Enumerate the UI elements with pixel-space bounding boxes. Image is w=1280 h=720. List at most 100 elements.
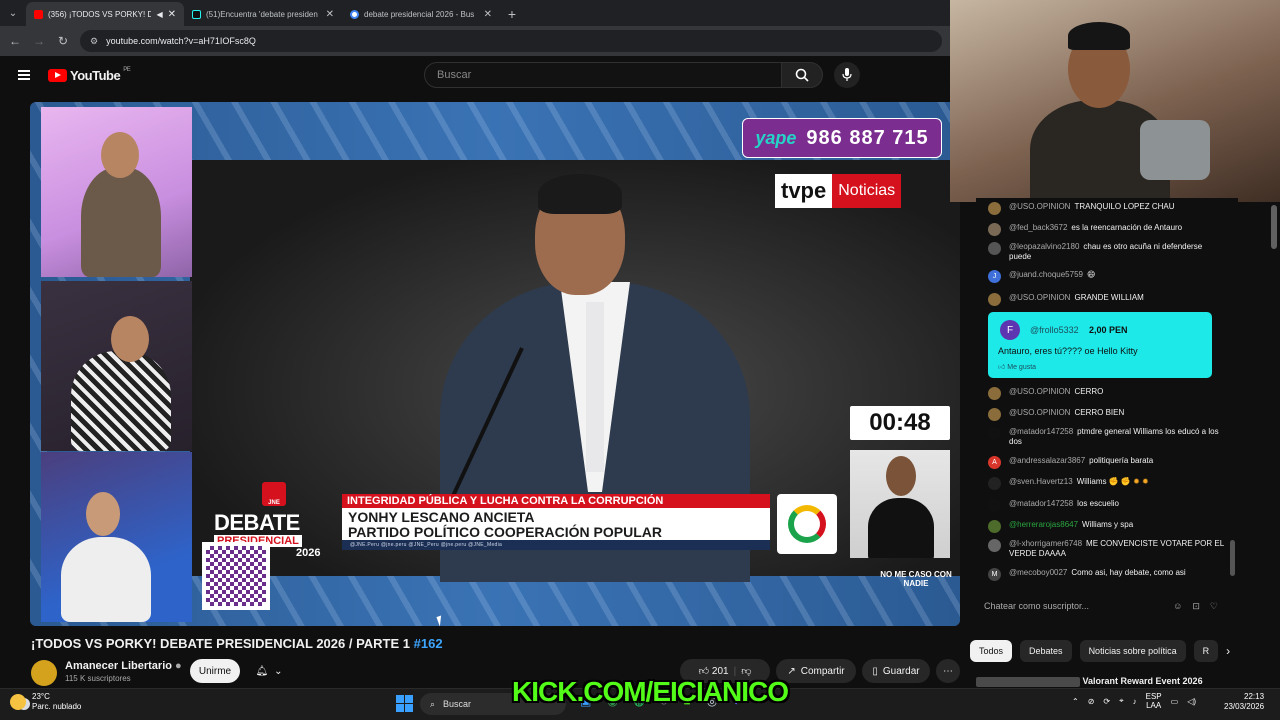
new-tab-button[interactable]: +: [500, 2, 524, 26]
page-scrollbar[interactable]: [1271, 205, 1277, 249]
back-icon[interactable]: ←: [8, 34, 22, 48]
chevron-up-icon[interactable]: ⌃: [1072, 697, 1079, 706]
reload-icon[interactable]: ↻: [56, 34, 70, 48]
chat-author[interactable]: @leopazalvino2180: [1009, 242, 1079, 251]
save-label: Guardar: [882, 665, 920, 677]
chip-debates[interactable]: Debates: [1020, 640, 1072, 662]
windows-start-icon[interactable]: [396, 695, 413, 712]
chat-author[interactable]: @herrerarojas8647: [1009, 520, 1078, 529]
join-button[interactable]: Unirme: [190, 659, 240, 683]
more-actions-button[interactable]: ⋯: [936, 659, 960, 683]
logo-text: YouTube: [70, 68, 121, 83]
weather-widget[interactable]: 23°C Parc. nublado: [10, 692, 81, 712]
chip-noticias-politica[interactable]: Noticias sobre política: [1079, 640, 1186, 662]
chat-message: A @andressalazar3867 politiquería barata: [988, 456, 1224, 469]
chat-author[interactable]: @USO.OPINION: [1009, 408, 1070, 417]
display-icon[interactable]: ▭: [1171, 697, 1179, 706]
avatar: [988, 293, 1001, 306]
search-icon: ⌕: [430, 698, 436, 709]
close-tab-icon[interactable]: ✕: [168, 9, 176, 20]
browser-tab-youtube[interactable]: (356) ¡TODOS VS PORKY! D ◀ ✕: [26, 2, 184, 26]
chip-todos[interactable]: Todos: [970, 640, 1013, 662]
hashtag-link[interactable]: #162: [414, 636, 443, 651]
sign-language-interpreter: [850, 450, 950, 558]
superchat-author[interactable]: @frollo5332: [1030, 325, 1079, 335]
superchat-card[interactable]: F @frollo5332 2,00 PEN Antauro, eres tú?…: [988, 312, 1212, 378]
channel-avatar[interactable]: [31, 660, 57, 686]
chat-input[interactable]: Chatear como suscriptor... ☺ ⊡ ♡: [976, 592, 1226, 620]
video-title-text: ¡TODOS VS PORKY! DEBATE PRESIDENCIAL 202…: [31, 636, 411, 651]
chat-author[interactable]: @USO.OPINION: [1009, 202, 1070, 211]
live-chat: @USO.OPINION TRANQUILO LOPEZ CHAU @fed_ba…: [976, 198, 1238, 636]
avatar: [988, 477, 1001, 490]
superchat-icon[interactable]: ⊡: [1192, 601, 1200, 612]
heart-icon[interactable]: ♡: [1210, 601, 1218, 612]
browser-tab-google[interactable]: debate presidencial 2026 - Bus ✕: [342, 2, 500, 26]
subscriber-count: 115 K suscriptores: [65, 674, 131, 683]
chat-author[interactable]: @juand.choque5759: [1009, 270, 1083, 279]
clock-time: 22:13: [1244, 692, 1265, 701]
recommended-video[interactable]: Valorant Reward Event 2026: [976, 676, 1280, 688]
emoji-picker-icon[interactable]: ☺: [1173, 601, 1182, 611]
youtube-icon: [34, 9, 43, 19]
chat-message: @USO.OPINION TRANQUILO LOPEZ CHAU: [988, 202, 1224, 215]
chat-author[interactable]: @matador147258: [1009, 427, 1073, 436]
chat-author[interactable]: @USO.OPINION: [1009, 387, 1070, 396]
chat-text: es la reencarnación de Antauro: [1071, 223, 1183, 232]
chat-author[interactable]: @fed_back3672: [1009, 223, 1067, 232]
search-button[interactable]: [781, 62, 823, 88]
chat-text: los escuelio: [1077, 499, 1119, 508]
search-input[interactable]: Buscar: [424, 62, 782, 88]
language-indicator[interactable]: ESP LAA: [1146, 692, 1162, 710]
system-clock[interactable]: 22:13 23/03/2026: [1224, 692, 1264, 712]
menu-icon[interactable]: [18, 70, 30, 80]
chat-scrollbar[interactable]: [1230, 540, 1235, 576]
superchat-like-button[interactable]: 👍︎ Me gusta: [998, 362, 1036, 371]
verified-icon: ●: [175, 660, 182, 672]
chat-author[interactable]: @mecoboy0027: [1009, 568, 1067, 577]
forward-icon[interactable]: →: [32, 34, 46, 48]
network-off-icon[interactable]: ⊘: [1088, 697, 1095, 706]
channel-name[interactable]: Amanecer Libertario ●: [65, 660, 182, 672]
close-tab-icon[interactable]: ✕: [484, 9, 492, 20]
youtube-logo[interactable]: YouTube PE: [48, 66, 131, 83]
yape-banner: yape 986 887 715: [742, 118, 942, 158]
avatar: [988, 408, 1001, 421]
video-player[interactable]: yape 986 887 715 tvpe Noticias 00:48 JNE…: [30, 102, 960, 626]
avatar: [988, 520, 1001, 533]
save-button[interactable]: ▯ Guardar: [862, 659, 930, 683]
tiktok-icon: [192, 9, 201, 19]
tab-search-icon[interactable]: ⌄: [0, 0, 26, 26]
chat-author[interactable]: @USO.OPINION: [1009, 293, 1070, 302]
chat-author[interactable]: @sven.Havertz13: [1009, 477, 1073, 486]
chat-message: @leopazalvino2180 chau es otro acuña ni d…: [988, 242, 1224, 262]
address-bar[interactable]: ⚙ youtube.com/watch?v=aH71IOFsc8Q: [80, 30, 942, 52]
speaker-icon[interactable]: ◀: [156, 10, 162, 19]
chat-author[interactable]: @matador147258: [1009, 499, 1073, 508]
emoji-icon: 😄︎: [1086, 270, 1096, 279]
like-label: Me gusta: [1007, 364, 1037, 371]
country-code: PE: [123, 66, 131, 73]
chat-author[interactable]: @andressalazar3867: [1009, 456, 1085, 465]
chat-message: J @juand.choque5759 😄︎: [988, 270, 1224, 283]
chevron-right-icon[interactable]: ›: [1226, 644, 1230, 658]
mic-tray-icon[interactable]: ♪: [1133, 697, 1137, 706]
voice-search-button[interactable]: [834, 62, 860, 88]
chip-more[interactable]: R: [1193, 640, 1219, 662]
site-info-icon[interactable]: ⚙: [90, 36, 98, 47]
recommended-title: Valorant Reward Event 2026: [1082, 676, 1203, 686]
chat-message: @sven.Havertz13 Williams ✊ ✊ ✹ ✹: [988, 477, 1224, 490]
speaker-tray-icon[interactable]: ◁): [1187, 697, 1196, 706]
app-tray-icon[interactable]: ⟳: [1103, 697, 1110, 706]
topic-category: INTEGRIDAD PÚBLICA Y LUCHA CONTRA LA COR…: [342, 494, 770, 508]
bell-icon: 🔔︎: [255, 665, 269, 677]
notifications-button[interactable]: 🔔︎ ⌄: [246, 659, 292, 683]
chat-author[interactable]: @l-xhorrigamer6748: [1009, 539, 1082, 548]
taskbar-search-label: Buscar: [443, 699, 472, 709]
browser-tab-tiktok[interactable]: (51)Encuentra 'debate presiden ✕: [184, 2, 342, 26]
chat-message: @herrerarojas8647 Williams y spa: [988, 520, 1224, 533]
share-button[interactable]: ↗ Compartir: [776, 659, 856, 683]
close-tab-icon[interactable]: ✕: [326, 9, 334, 20]
temperature: 23°C: [32, 692, 50, 701]
location-icon[interactable]: ⌖: [1119, 696, 1124, 706]
